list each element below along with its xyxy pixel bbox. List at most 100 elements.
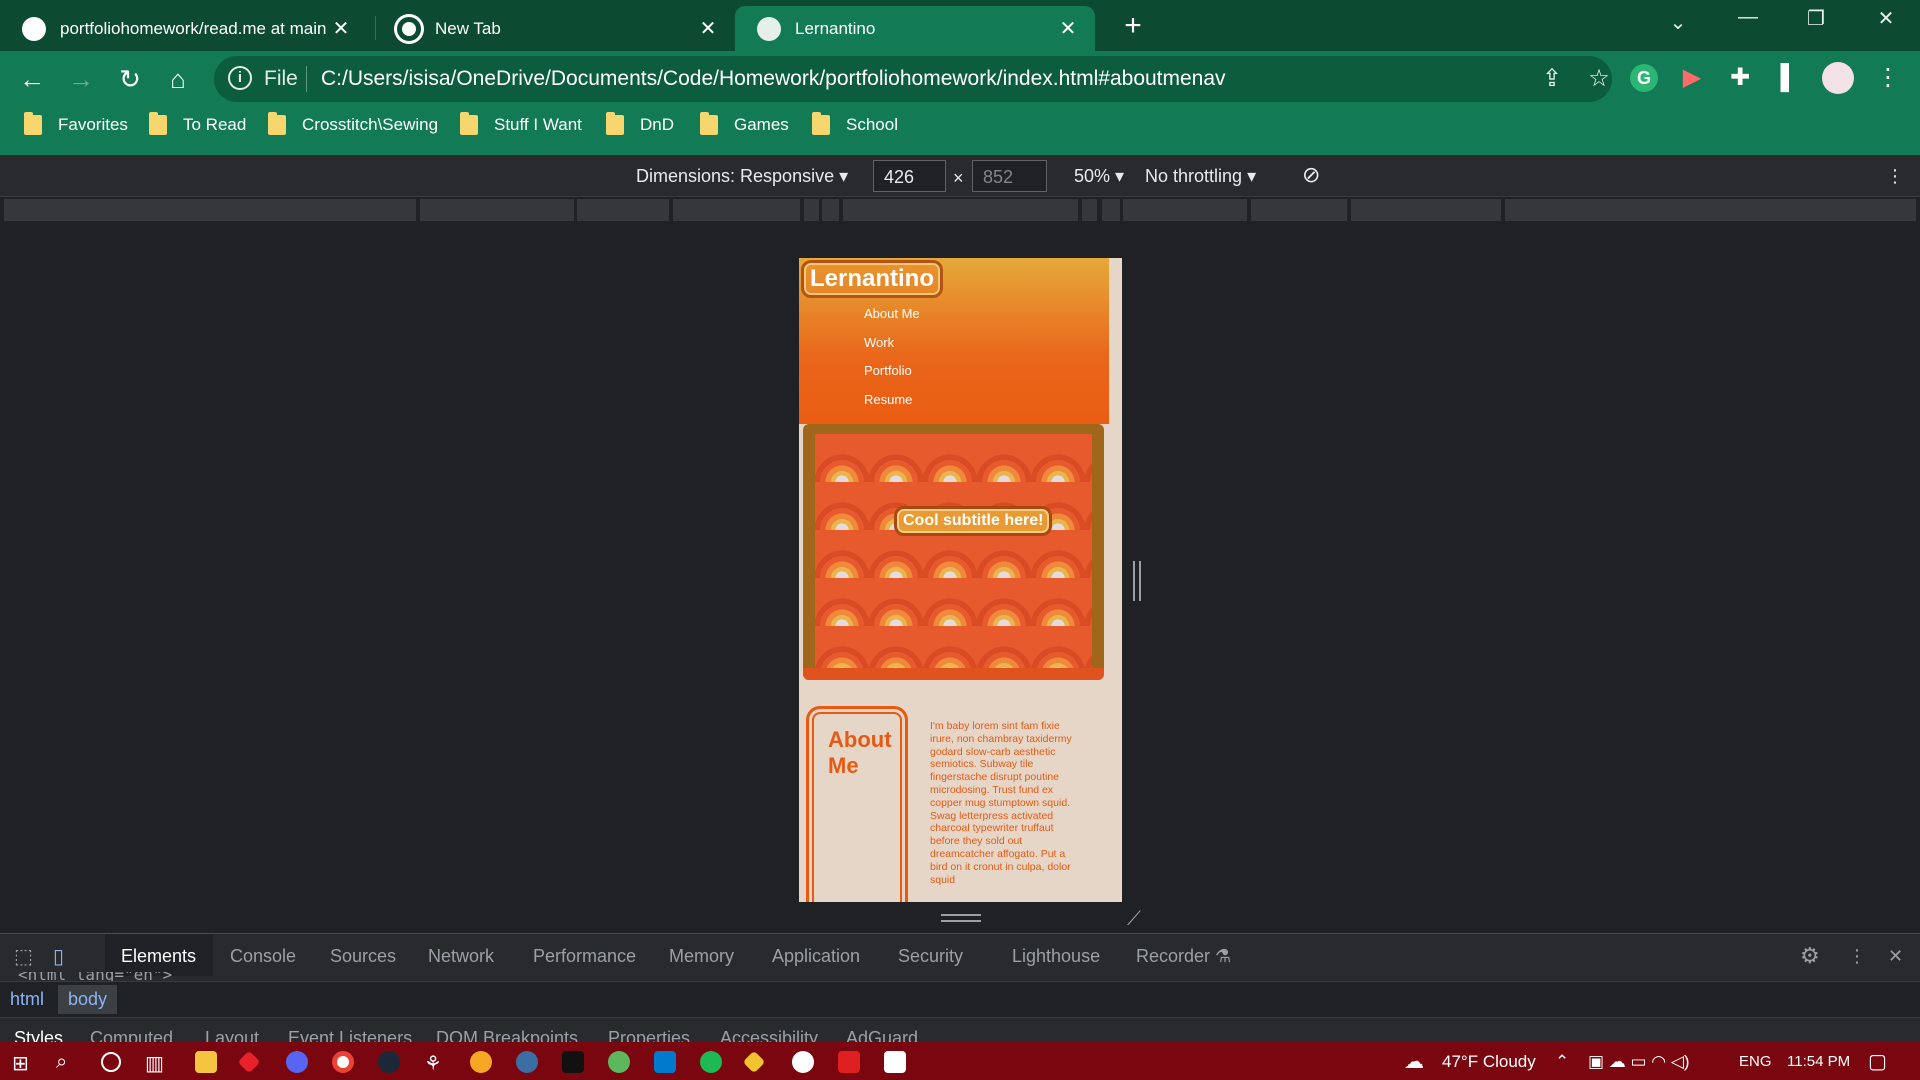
tab-new-tab[interactable]: New Tab ✕ xyxy=(375,6,735,51)
restore-icon[interactable]: ❐ xyxy=(1796,6,1836,31)
search-icon[interactable]: ⌕ xyxy=(56,1051,78,1073)
media-query-segment[interactable] xyxy=(1102,199,1120,221)
zoom-select[interactable]: 50% ▾ xyxy=(1074,166,1124,187)
app-orange-icon[interactable] xyxy=(470,1051,492,1073)
bookmark-star-icon[interactable]: ☆ xyxy=(1583,63,1615,95)
devtools-tab-memory[interactable]: Memory xyxy=(669,946,734,967)
subtab-dom-breakpoints[interactable]: DOM Breakpoints xyxy=(436,1028,578,1043)
app-figure-icon[interactable]: ⚘ xyxy=(424,1051,446,1075)
media-query-segment[interactable] xyxy=(1505,199,1916,221)
share-icon[interactable]: ⇪ xyxy=(1536,63,1568,95)
grammarly-icon[interactable]: G xyxy=(1630,64,1658,92)
tab-search-icon[interactable]: ⌄ xyxy=(1658,10,1698,35)
tray-chevron-icon[interactable]: ⌃ xyxy=(1555,1052,1569,1072)
devtools-tab-performance[interactable]: Performance xyxy=(533,946,636,967)
devtools-tab-lighthouse[interactable]: Lighthouse xyxy=(1012,946,1100,967)
clock[interactable]: 11:54 PM xyxy=(1787,1053,1850,1070)
nav-portfolio[interactable]: Portfolio xyxy=(864,363,912,378)
resize-handle-right[interactable] xyxy=(1133,561,1141,601)
back-icon[interactable]: ← xyxy=(14,62,50,98)
devtools-tab-application[interactable]: Application xyxy=(772,946,860,967)
app-diamond-icon[interactable] xyxy=(742,1050,766,1074)
app-red-icon[interactable] xyxy=(237,1050,261,1074)
site-info-icon[interactable]: i xyxy=(228,66,252,90)
subtab-event-listeners[interactable]: Event Listeners xyxy=(288,1028,412,1043)
address-bar[interactable]: i File C:/Users/isisa/OneDrive/Documents… xyxy=(214,56,1612,102)
minimize-icon[interactable]: — xyxy=(1728,6,1768,29)
inspect-element-icon[interactable]: ⬚ xyxy=(14,944,33,969)
bookmark-folder-crosstitch[interactable]: Crosstitch\Sewing xyxy=(268,112,438,135)
extensions-icon[interactable]: ✚ xyxy=(1724,62,1756,94)
subtab-layout[interactable]: Layout xyxy=(205,1028,259,1043)
extension-video-icon[interactable]: ▶ xyxy=(1676,62,1708,94)
vscode-icon[interactable] xyxy=(654,1051,676,1073)
tab-lernantino[interactable]: Lernantino ✕ xyxy=(735,6,1095,51)
nav-work[interactable]: Work xyxy=(864,335,894,350)
url-text[interactable]: C:/Users/isisa/OneDrive/Documents/Code/H… xyxy=(321,67,1226,91)
app-dark-icon[interactable] xyxy=(562,1051,584,1073)
discord-icon[interactable] xyxy=(286,1051,308,1073)
windows-start-icon[interactable]: ⊞ xyxy=(12,1051,34,1075)
tray-system-icons[interactable]: ▣ ☁ ▭ ◠ ◁) xyxy=(1588,1052,1690,1072)
media-query-segment[interactable] xyxy=(1251,199,1347,221)
devtools-tab-security[interactable]: Security xyxy=(898,946,963,967)
settings-gear-icon[interactable]: ⚙ xyxy=(1800,943,1820,969)
height-input[interactable]: 852 xyxy=(972,160,1047,192)
menu-icon[interactable]: ⋮ xyxy=(1872,62,1904,94)
media-query-segment[interactable] xyxy=(804,199,819,221)
bookmark-folder-dnd[interactable]: DnD xyxy=(606,112,674,135)
media-query-bar[interactable] xyxy=(0,197,1920,225)
subtab-adguard[interactable]: AdGuard xyxy=(846,1028,918,1043)
forward-icon[interactable]: → xyxy=(63,62,99,98)
media-query-segment[interactable] xyxy=(822,199,839,221)
tab-github[interactable]: portfoliohomework/read.me at main ✕ xyxy=(0,6,368,51)
bookmark-folder-school[interactable]: School xyxy=(812,112,898,135)
devtools-close-icon[interactable]: ✕ xyxy=(1888,946,1903,967)
subtab-accessibility[interactable]: Accessibility xyxy=(720,1028,818,1043)
app-blue-icon[interactable] xyxy=(516,1051,538,1073)
new-tab-button[interactable]: + xyxy=(1118,9,1148,43)
cortana-icon[interactable] xyxy=(101,1052,121,1072)
nav-about-me[interactable]: About Me xyxy=(864,306,920,321)
throttling-select[interactable]: No throttling ▾ xyxy=(1145,166,1256,187)
media-query-segment[interactable] xyxy=(1082,199,1097,221)
breadcrumb-body[interactable]: body xyxy=(58,985,118,1014)
bookmark-folder-games[interactable]: Games xyxy=(700,112,789,135)
acrobat-icon[interactable] xyxy=(838,1051,860,1073)
app-white-icon[interactable] xyxy=(792,1051,814,1073)
device-more-icon[interactable]: ⋮ xyxy=(1886,166,1904,187)
media-query-segment[interactable] xyxy=(420,199,574,221)
close-icon[interactable]: ✕ xyxy=(693,16,723,41)
bookmark-folder-stuff[interactable]: Stuff I Want xyxy=(460,112,582,135)
site-brand[interactable]: Lernantino xyxy=(801,260,943,298)
window-close-icon[interactable]: ✕ xyxy=(1866,6,1906,31)
spotify-icon[interactable] xyxy=(700,1051,722,1073)
dimensions-select[interactable]: Dimensions: Responsive ▾ xyxy=(636,166,848,187)
resize-handle-corner[interactable]: ⟋ xyxy=(1127,908,1141,931)
subtab-computed[interactable]: Computed xyxy=(90,1028,173,1043)
task-view-icon[interactable]: ▥ xyxy=(145,1051,167,1075)
language-indicator[interactable]: ENG xyxy=(1739,1053,1772,1070)
media-query-segment[interactable] xyxy=(843,199,1078,221)
chrome-icon[interactable] xyxy=(332,1051,354,1073)
close-icon[interactable]: ✕ xyxy=(1053,16,1083,41)
reload-icon[interactable]: ↻ xyxy=(112,62,148,98)
home-icon[interactable]: ⌂ xyxy=(160,62,196,98)
devtools-tab-elements[interactable]: Elements xyxy=(121,946,196,967)
media-query-segment[interactable] xyxy=(1351,199,1501,221)
side-panel-icon[interactable]: ▌ xyxy=(1773,62,1805,94)
devtools-more-icon[interactable]: ⋮ xyxy=(1848,946,1866,967)
weather-text[interactable]: 47°F Cloudy xyxy=(1442,1052,1536,1072)
subtab-styles[interactable]: Styles xyxy=(14,1028,63,1043)
app-green-icon[interactable] xyxy=(608,1051,630,1073)
close-icon[interactable]: ✕ xyxy=(326,16,356,41)
notification-icon[interactable]: ▢ xyxy=(1868,1049,1887,1074)
media-query-segment[interactable] xyxy=(4,199,416,221)
media-query-segment[interactable] xyxy=(1123,199,1247,221)
media-query-segment[interactable] xyxy=(673,199,800,221)
device-toggle-icon[interactable]: ▯ xyxy=(53,944,64,969)
app-doll-icon[interactable] xyxy=(884,1051,906,1073)
devtools-tab-sources[interactable]: Sources xyxy=(330,946,396,967)
media-query-segment[interactable] xyxy=(577,199,669,221)
bookmark-folder-favorites[interactable]: Favorites xyxy=(24,112,128,135)
